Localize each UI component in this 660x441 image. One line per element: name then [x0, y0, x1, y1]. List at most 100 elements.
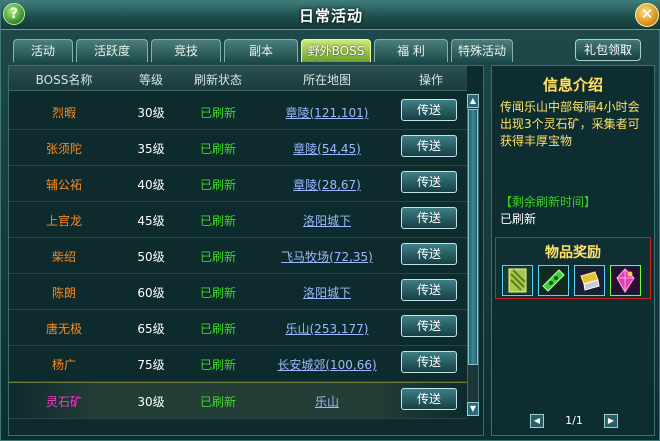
title-bar: ? 日常活动 ✕ — [1, 1, 660, 30]
header-boss-name: BOSS名称 — [35, 73, 93, 87]
map-link[interactable]: 飞马牧场(72,35) — [253, 248, 401, 265]
operation-cell: 传送 — [401, 388, 461, 410]
map-link[interactable]: 长安城郊(100,66) — [253, 356, 401, 373]
tab-field-boss[interactable]: 野外BOSS — [301, 39, 371, 62]
page-indicator: 1/1 — [565, 414, 583, 427]
boss-name: 唐无极 — [45, 322, 82, 336]
refresh-time-label: 【剩余刷新时间】 — [500, 195, 597, 209]
operation-cell: 传送 — [401, 99, 461, 121]
boss-name: 灵石矿 — [45, 395, 82, 409]
table-row: 唐无极 65级 已刷新 乐山(253,177) 传送 — [9, 310, 467, 346]
boss-name: 烈暇 — [51, 106, 76, 120]
next-page-icon[interactable]: ▶ — [604, 414, 618, 428]
table-row: 烈暇 30级 已刷新 章陵(121,101) 传送 — [9, 94, 467, 130]
refresh-status: 已刷新 — [199, 250, 236, 264]
boss-level: 40级 — [137, 178, 165, 192]
map-link[interactable]: 乐山(253,177) — [253, 320, 401, 337]
teleport-button[interactable]: 传送 — [401, 99, 457, 121]
table-row: 陈朗 60级 已刷新 洛阳城下 传送 — [9, 274, 467, 310]
refresh-status: 已刷新 — [199, 178, 236, 192]
teleport-button[interactable]: 传送 — [401, 279, 457, 301]
pager: ◀ 1/1 ▶ — [492, 414, 654, 432]
boss-name: 辅公祏 — [45, 178, 82, 192]
boss-level: 30级 — [137, 106, 165, 120]
tab-arena[interactable]: 竞技 — [151, 39, 221, 62]
prev-page-icon[interactable]: ◀ — [530, 414, 544, 428]
boss-level: 45级 — [137, 214, 165, 228]
reward-title: 物品奖励 — [545, 245, 601, 261]
map-link[interactable]: 洛阳城下 — [253, 212, 401, 229]
refresh-status: 已刷新 — [199, 322, 236, 336]
tab-welfare[interactable]: 福 利 — [374, 39, 448, 62]
teleport-button[interactable]: 传送 — [401, 171, 457, 193]
boss-level: 60级 — [137, 286, 165, 300]
boss-name: 柴绍 — [51, 250, 76, 264]
table-row: 辅公祏 40级 已刷新 章陵(28,67) 传送 — [9, 166, 467, 202]
tab-activity[interactable]: 活动 — [13, 39, 73, 62]
refresh-status: 已刷新 — [199, 286, 236, 300]
teleport-button[interactable]: 传送 — [401, 315, 457, 337]
map-link[interactable]: 乐山 — [253, 393, 401, 410]
jade-scroll-icon[interactable] — [502, 265, 533, 296]
operation-cell: 传送 — [401, 135, 461, 157]
tab-dungeon[interactable]: 副本 — [224, 39, 298, 62]
scroll-up-arrow-icon[interactable]: ▲ — [467, 94, 479, 108]
teleport-button[interactable]: 传送 — [401, 207, 457, 229]
operation-cell: 传送 — [401, 351, 461, 373]
refresh-status: 已刷新 — [199, 358, 236, 372]
header-map: 所在地图 — [302, 73, 351, 87]
table-row: 张须陀 35级 已刷新 章陵(54,45) 传送 — [9, 130, 467, 166]
window-title: 日常活动 — [298, 7, 363, 25]
boss-name: 杨广 — [51, 358, 76, 372]
refresh-status: 已刷新 — [199, 214, 236, 228]
header-level: 等级 — [138, 73, 163, 87]
close-button[interactable]: ✕ — [635, 3, 659, 27]
boss-table: BOSS名称 等级 刷新状态 所在地图 操作 烈暇 30级 已刷新 章陵(121… — [8, 65, 484, 436]
boss-name: 上官龙 — [45, 214, 82, 228]
map-link[interactable]: 章陵(54,45) — [253, 140, 401, 157]
boss-name: 张须陀 — [45, 142, 82, 156]
green-gem-bar-icon[interactable] — [538, 265, 569, 296]
pink-crystal-icon[interactable] — [610, 265, 641, 296]
boss-name: 陈朗 — [51, 286, 76, 300]
boss-level: 35级 — [137, 142, 165, 156]
operation-cell: 传送 — [401, 243, 461, 265]
table-header: BOSS名称 等级 刷新状态 所在地图 操作 — [9, 66, 467, 91]
operation-cell: 传送 — [401, 279, 461, 301]
teleport-button[interactable]: 传送 — [401, 388, 457, 410]
table-row: 上官龙 45级 已刷新 洛阳城下 传送 — [9, 202, 467, 238]
boss-level: 75级 — [137, 358, 165, 372]
boss-level: 50级 — [137, 250, 165, 264]
table-row: 柴绍 50级 已刷新 飞马牧场(72,35) 传送 — [9, 238, 467, 274]
boss-level: 30级 — [137, 395, 165, 409]
teleport-button[interactable]: 传送 — [401, 135, 457, 157]
header-refresh-status: 刷新状态 — [193, 73, 242, 87]
reward-box: 物品奖励 — [495, 237, 651, 299]
map-link[interactable]: 章陵(28,67) — [253, 176, 401, 193]
scrollbar-thumb[interactable] — [468, 109, 478, 365]
scroll-down-arrow-icon[interactable]: ▼ — [467, 402, 479, 416]
gift-claim-button[interactable]: 礼包领取 — [575, 39, 641, 61]
refresh-time-value: 已刷新 — [500, 212, 537, 226]
header-operation: 操作 — [418, 73, 443, 87]
tab-special-activity[interactable]: 特殊活动 — [451, 39, 513, 62]
refresh-status: 已刷新 — [199, 106, 236, 120]
gold-scroll-icon[interactable] — [574, 265, 605, 296]
teleport-button[interactable]: 传送 — [401, 351, 457, 373]
info-title: 信息介绍 — [542, 76, 603, 94]
operation-cell: 传送 — [401, 171, 461, 193]
table-row-selected[interactable]: 灵石矿 30级 已刷新 乐山 传送 — [9, 382, 467, 419]
table-row: 杨广 75级 已刷新 长安城郊(100,66) 传送 — [9, 346, 467, 382]
tab-activeness[interactable]: 活跃度 — [76, 39, 148, 62]
boss-level: 65级 — [137, 322, 165, 336]
info-description: 传闻乐山中部每隔4小时会出现3个灵石矿，采集者可获得丰厚宝物 — [500, 100, 640, 148]
refresh-status: 已刷新 — [199, 142, 236, 156]
map-link[interactable]: 洛阳城下 — [253, 284, 401, 301]
daily-activity-window: ? 日常活动 ✕ 活动 活跃度 竞技 副本 野外BOSS 福 利 特殊活动 礼包… — [0, 0, 660, 441]
teleport-button[interactable]: 传送 — [401, 243, 457, 265]
operation-cell: 传送 — [401, 207, 461, 229]
operation-cell: 传送 — [401, 315, 461, 337]
map-link[interactable]: 章陵(121,101) — [253, 104, 401, 121]
refresh-status: 已刷新 — [199, 395, 236, 409]
info-panel: 信息介绍 传闻乐山中部每隔4小时会出现3个灵石矿，采集者可获得丰厚宝物 【剩余刷… — [491, 65, 655, 436]
